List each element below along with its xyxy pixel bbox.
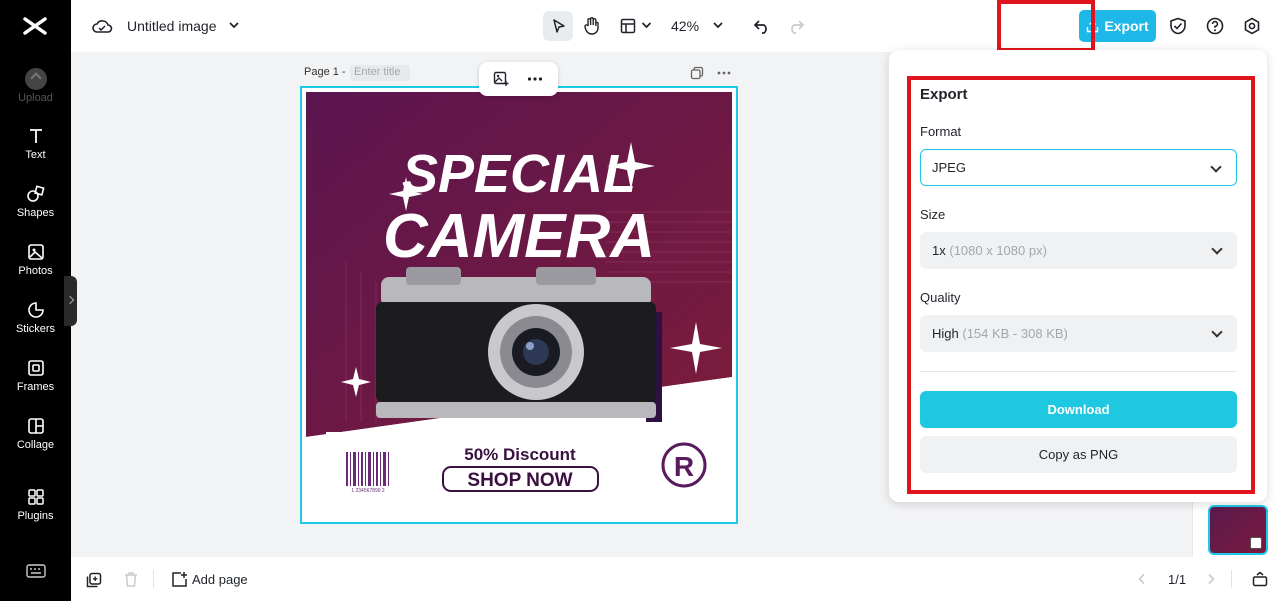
- collage-icon: [27, 418, 44, 434]
- sidebar-item-upload[interactable]: Upload: [0, 68, 71, 104]
- sidebar-item-photos[interactable]: Photos: [0, 242, 71, 277]
- hand-tool-icon[interactable]: [583, 16, 601, 36]
- undo-icon[interactable]: [753, 17, 771, 35]
- sidebar-item-plugins[interactable]: Plugins: [0, 487, 71, 522]
- headline-special: SPECIAL: [402, 144, 636, 204]
- chevron-down-icon[interactable]: [641, 21, 652, 30]
- headline-camera: CAMERA: [383, 202, 655, 271]
- sidebar-item-shapes[interactable]: Shapes: [0, 184, 71, 219]
- plugins-icon: [27, 489, 44, 505]
- app-logo-icon[interactable]: [22, 13, 48, 39]
- more-options-icon[interactable]: [527, 76, 543, 82]
- shop-now-text: SHOP NOW: [467, 470, 572, 491]
- sidebar-item-label: Photos: [18, 265, 53, 277]
- add-page-button[interactable]: Add page: [192, 572, 248, 587]
- sidebar-item-text[interactable]: Text: [0, 126, 71, 161]
- photos-icon: [27, 244, 44, 260]
- sidebar-item-label: Stickers: [15, 323, 56, 335]
- camera-promo-graphic: SPECIAL CAMERA 1 234567890 2 50% Discoun…: [306, 92, 732, 518]
- sidebar-item-label: Collage: [16, 439, 55, 451]
- collapse-pages-icon[interactable]: [1252, 571, 1268, 587]
- page-counter: 1/1: [1168, 572, 1187, 587]
- text-icon: [29, 129, 42, 143]
- registered-mark: R: [674, 451, 694, 482]
- layers-icon[interactable]: [86, 572, 102, 588]
- bottom-divider: [153, 570, 154, 588]
- page-title-input[interactable]: Enter title: [350, 65, 410, 81]
- sidebar-item-frames[interactable]: Frames: [0, 358, 71, 393]
- export-panel-highlight-box: [907, 76, 1255, 494]
- export-highlight-box: [997, 0, 1095, 52]
- chevron-down-icon[interactable]: [712, 21, 724, 31]
- chevron-left-icon[interactable]: [1137, 573, 1147, 585]
- page-thumbnail[interactable]: [1208, 505, 1268, 555]
- document-title[interactable]: Untitled image: [127, 18, 217, 34]
- bottom-bar: Add page 1/1: [71, 557, 1280, 601]
- sidebar-item-label: Frames: [16, 381, 55, 393]
- sidebar-item-label: Upload: [18, 92, 53, 104]
- frames-icon: [27, 360, 44, 376]
- redo-icon[interactable]: [787, 17, 805, 35]
- add-page-icon[interactable]: [171, 571, 188, 588]
- help-icon[interactable]: [1206, 17, 1224, 35]
- page-more-icon[interactable]: [717, 70, 731, 76]
- stickers-icon: [27, 302, 44, 318]
- barcode-digits: 1 234567890 2: [351, 488, 385, 494]
- design-artwork[interactable]: SPECIAL CAMERA 1 234567890 2 50% Discoun…: [306, 92, 732, 518]
- trash-icon[interactable]: [123, 571, 139, 588]
- zoom-level[interactable]: 42%: [671, 18, 699, 34]
- keyboard-icon[interactable]: [26, 563, 46, 579]
- export-button-label: Export: [1104, 18, 1149, 34]
- floating-element-toolbar: [479, 62, 558, 96]
- select-tool-button[interactable]: [543, 11, 573, 41]
- sidebar-collapse-handle[interactable]: [64, 276, 77, 326]
- sidebar-item-stickers[interactable]: Stickers: [0, 300, 71, 335]
- top-bar: Untitled image 42% Export: [71, 0, 1280, 52]
- settings-gear-icon[interactable]: [1243, 17, 1261, 35]
- replace-image-icon[interactable]: [493, 71, 509, 87]
- cloud-sync-icon[interactable]: [91, 16, 113, 36]
- page-label: Page 1 -: [304, 66, 346, 78]
- camera-illustration: [376, 267, 662, 422]
- sidebar-item-label: Plugins: [17, 510, 54, 522]
- canvas-page[interactable]: SPECIAL CAMERA 1 234567890 2 50% Discoun…: [300, 86, 738, 524]
- sidebar-item-label: Shapes: [16, 207, 55, 219]
- duplicate-page-icon[interactable]: [690, 66, 704, 80]
- chevron-right-icon[interactable]: [1206, 573, 1216, 585]
- shield-icon[interactable]: [1169, 17, 1187, 35]
- sidebar-item-collage[interactable]: Collage: [0, 416, 71, 451]
- bottom-divider: [1231, 570, 1232, 588]
- pointer-icon: [553, 19, 565, 33]
- sidebar-item-label: Text: [25, 149, 46, 161]
- chevron-down-icon[interactable]: [228, 21, 240, 31]
- upload-icon: [24, 68, 47, 90]
- left-sidebar: Upload Text Shapes Photos Stickers Frame…: [0, 0, 71, 601]
- discount-text: 50% Discount: [464, 445, 576, 464]
- shapes-icon: [26, 185, 45, 202]
- layout-icon[interactable]: [620, 18, 636, 34]
